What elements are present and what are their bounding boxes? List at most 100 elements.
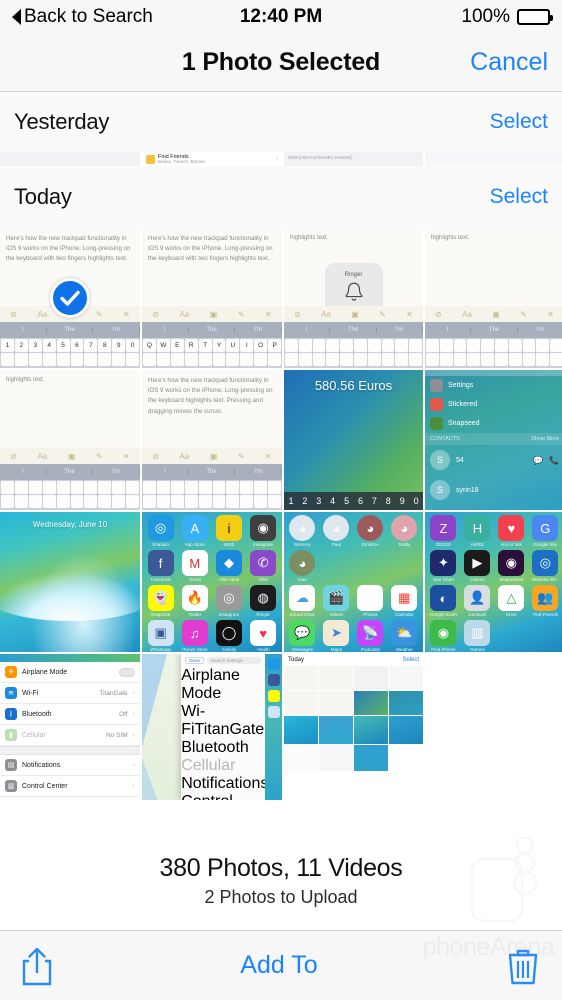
key: [212, 481, 226, 494]
trash-icon[interactable]: [504, 945, 542, 987]
find-friends-icon: [146, 154, 155, 164]
photo-cell[interactable]: highlights text. ⊘ Aa ▣ ✎ ✕ I The I'm: [425, 228, 562, 368]
photo-cell[interactable]: Here's how the new trackpad functionalit…: [142, 228, 282, 368]
photo-cell[interactable]: Here's how the new trackpad functionalit…: [142, 370, 282, 510]
key: [184, 353, 198, 366]
key: [70, 495, 84, 508]
key: [426, 353, 439, 366]
app-label: Hot or Not: [500, 542, 522, 547]
notes-paragraph: Here's how the new trackpad functionalit…: [6, 235, 131, 263]
cancel-button[interactable]: Cancel: [470, 48, 548, 77]
app-item: Z ZEDGE: [428, 515, 459, 547]
section-title-today: Today: [14, 184, 72, 209]
photo-cell[interactable]: HDR (HIGH DYNAMIC RANGE): [284, 152, 423, 166]
camera-icon: ▣: [351, 309, 359, 319]
battery-percent-label: 100%: [461, 6, 510, 27]
photo-cell[interactable]: highlights text. Ringer ⊘ Aa ▣ ✎ ✕ I The…: [284, 228, 423, 368]
app-label: Magnetized: [499, 577, 524, 582]
prediction-item: I: [284, 327, 331, 333]
chevron-right-icon: ›: [132, 761, 135, 769]
photo-cell[interactable]: ✈ Airplane Mode ≋ Wi-Fi TitanGate › ᛒ Bl…: [0, 654, 140, 800]
key: [84, 353, 98, 366]
app-label: Google Earth: [429, 612, 457, 617]
prediction-item: I'm: [377, 327, 423, 333]
settings-row: Bluetooth: [181, 739, 265, 757]
keyboard-keys: Q W E R T Y U I O P: [142, 338, 282, 368]
notifications-icon: ▤: [5, 759, 17, 771]
key: [439, 339, 453, 352]
photo-cell[interactable]: [0, 152, 140, 166]
photo-cell[interactable]: Settings Stickered Snapseed CONTACTS Sho…: [425, 370, 562, 510]
key: [156, 353, 170, 366]
app-label: iTunes Store: [181, 647, 208, 652]
key: [198, 495, 212, 508]
notes-screenshot: highlights text. ⊘ Aa ▣ ✎ ✕ I The I'm: [0, 370, 140, 510]
key: [198, 353, 212, 366]
key: [98, 481, 112, 494]
check-circle-icon: ⊘: [435, 309, 442, 319]
keyboard-predictions: I The I'm: [0, 322, 140, 338]
photo-cell-empty[interactable]: [425, 654, 562, 800]
keypad-key: 7: [371, 496, 377, 506]
prediction-item: I: [0, 469, 47, 475]
spotlight-search-screenshot: Settings Stickered Snapseed CONTACTS Sho…: [425, 370, 562, 510]
key: E: [170, 339, 184, 352]
key: [254, 495, 268, 508]
key: [14, 353, 28, 366]
key: [84, 495, 98, 508]
settings-row: ☾ Do Not Disturb ›: [0, 797, 140, 800]
status-bar: Back to Search 12:40 PM 100%: [0, 0, 562, 34]
prediction-item: I'm: [93, 469, 140, 475]
photo-cell[interactable]: Today Select: [284, 654, 423, 800]
select-button-yesterday[interactable]: Select: [490, 110, 548, 134]
key: [112, 495, 126, 508]
photo-cell[interactable]: ◕ Mommy ◕ Paul ◕ Dimitrov ◕ Teddy ◕ Ivan ☁ iCl…: [284, 512, 423, 652]
back-to-search-button[interactable]: Back to Search: [12, 6, 153, 28]
app-label: ZEDGE: [435, 542, 452, 547]
photo-cell[interactable]: 580.56 Euros 1 2 3 4 5 6 7 8 9 0: [284, 370, 423, 510]
key: [98, 353, 112, 366]
photo-cell[interactable]: Find Friends Badoo, Tounch, Banner ›: [142, 152, 282, 166]
zedge-icon: Z: [430, 515, 457, 541]
photo-cell-selected[interactable]: Here's how the new trackpad functionalit…: [0, 228, 140, 368]
photo-cell[interactable]: ◎ Shazam A App Store i IMDb ◉ Instagram f Fac…: [142, 512, 282, 652]
check-circle-icon: ⊘: [10, 451, 17, 461]
notes-paragraph-alt: Here's how the new trackpad functionalit…: [148, 377, 273, 415]
lock-screen-date: Wednesday, June 10: [32, 520, 108, 529]
photo-cell[interactable]: Wednesday, June 10: [0, 512, 140, 652]
keypad-key: 5: [344, 496, 350, 506]
settings-row: ≋ Wi-Fi TitanGate ›: [0, 683, 140, 704]
recursive-section-title: Today: [288, 657, 305, 663]
photo-cell[interactable]: Z ZEDGE H HERE ♥ Hot or Not G Google Sky ✦ St…: [425, 512, 562, 652]
cellular-icon: ▮: [5, 729, 17, 741]
key: [170, 353, 184, 366]
select-button-today[interactable]: Select: [490, 185, 548, 209]
recursive-select-button: Select: [402, 657, 419, 663]
app-item: ◉ Find iPhone: [428, 620, 459, 652]
key: 4: [42, 339, 56, 352]
key: [467, 353, 481, 366]
notes-tail-text: highlights text.: [431, 235, 470, 241]
app-label: Find Friends: [532, 612, 559, 617]
photo-cell[interactable]: [425, 152, 562, 166]
photo-cell[interactable]: highlights text. ⊘ Aa ▣ ✎ ✕ I The I'm: [0, 370, 140, 510]
selection-checkmark-icon[interactable]: [50, 278, 90, 318]
app-item: A App Store: [179, 515, 210, 547]
app-item: ◉ Magnetized: [496, 550, 527, 582]
photo-cell[interactable]: Done Search Settings Airplane Mode Wi-Fi…: [142, 654, 282, 800]
close-icon: ✕: [265, 451, 272, 461]
key: Y: [212, 339, 226, 352]
draw-icon: ✎: [237, 309, 245, 319]
back-triangle-icon: [12, 9, 21, 25]
share-upload-icon[interactable]: [20, 945, 54, 987]
facebook-icon: f: [147, 550, 174, 576]
app-item: ◎ Shazam: [145, 515, 176, 547]
keyboard-keys: 1 2 3 4 5 6 7 8 9 0: [0, 338, 140, 368]
key: [550, 353, 562, 366]
app-item: ◎ WahMai 3D+: [530, 550, 561, 582]
add-to-button[interactable]: Add To: [240, 951, 317, 980]
key: [240, 481, 254, 494]
key: [126, 495, 140, 508]
app-item: ▶ Cinevo: [462, 550, 493, 582]
key: [426, 339, 439, 352]
